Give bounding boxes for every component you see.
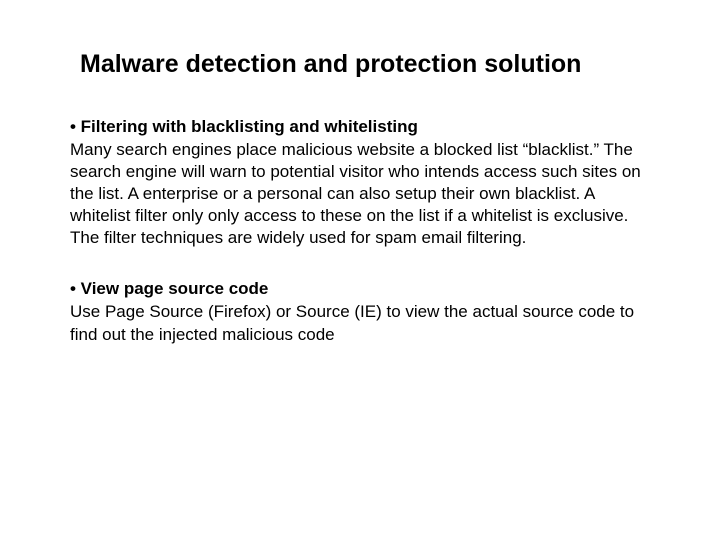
- section-view-source: • View page source code Use Page Source …: [70, 279, 650, 345]
- body-paragraph: Many search engines place malicious webs…: [70, 139, 650, 249]
- body-paragraph: Use Page Source (Firefox) or Source (IE)…: [70, 301, 650, 345]
- bullet-heading: • Filtering with blacklisting and whitel…: [70, 117, 650, 137]
- bullet-heading: • View page source code: [70, 279, 650, 299]
- slide-title: Malware detection and protection solutio…: [80, 50, 650, 79]
- section-filtering: • Filtering with blacklisting and whitel…: [70, 117, 650, 249]
